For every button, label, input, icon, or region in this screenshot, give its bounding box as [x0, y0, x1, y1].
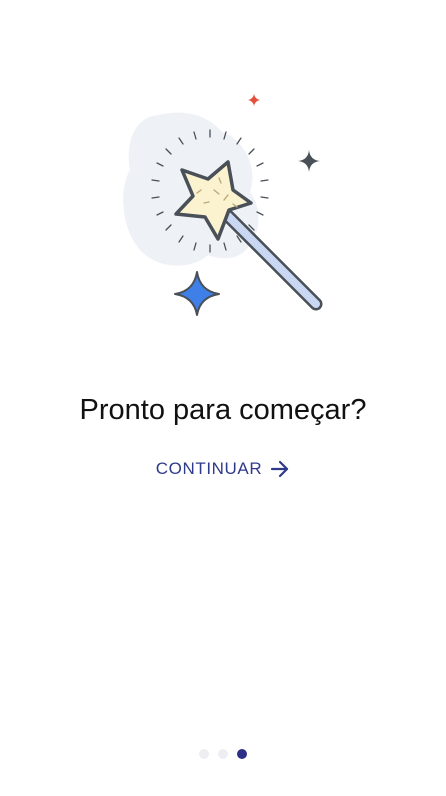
- red-sparkle-icon: [248, 94, 260, 106]
- arrow-right-icon: [270, 460, 290, 478]
- wand-stick: [221, 209, 323, 311]
- magic-wand-illustration: [123, 94, 323, 316]
- page-dot-3-active[interactable]: [237, 749, 247, 759]
- page-dot-1[interactable]: [199, 749, 209, 759]
- blue-sparkle-icon: [174, 271, 220, 316]
- continue-button-label: CONTINUAR: [155, 459, 263, 478]
- dark-sparkle-icon: [298, 150, 320, 172]
- page-title: Pronto para começar?: [79, 394, 367, 426]
- page-dot-2[interactable]: [218, 749, 228, 759]
- continue-button[interactable]: CONTINUAR: [142, 454, 304, 484]
- pagination-dots: [0, 749, 446, 759]
